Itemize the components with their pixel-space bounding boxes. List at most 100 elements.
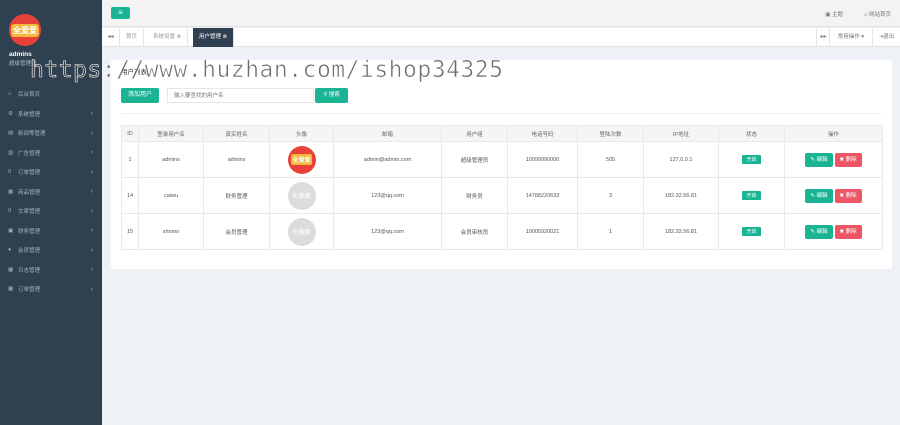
status-badge[interactable]: 开启 — [742, 227, 761, 236]
chevron-left-icon: ‹ — [90, 227, 93, 234]
avatar-text: 头像图 — [292, 230, 311, 236]
sidebar-item[interactable]: ▣ 财务管理 ‹ — [0, 224, 102, 238]
sidebar-item-label: 订单管理 — [18, 287, 41, 293]
document-icon: ▤ — [8, 130, 14, 136]
sidebar-item-label: 新闻等管理 — [18, 131, 46, 137]
panel-title: 用户列表 — [121, 69, 147, 76]
column-header: 邮箱 — [333, 125, 442, 142]
chevron-left-icon: ‹ — [90, 129, 93, 137]
status-badge[interactable]: 开启 — [742, 155, 761, 164]
cell-status: 开启 — [718, 213, 785, 250]
cell-realname: admins — [203, 141, 270, 178]
delete-button[interactable]: ✖ 删除 — [834, 152, 862, 167]
avatar-text: 头像图 — [292, 194, 311, 200]
sidebar-item-label: 后台首页 — [18, 92, 41, 98]
cell-ip: 182.32.56.81 — [643, 213, 719, 250]
search-input[interactable] — [167, 88, 314, 103]
chevron-left-icon: ‹ — [90, 246, 93, 254]
sidebar-item[interactable]: ⚙ 系统管理 ‹ — [0, 107, 102, 121]
door-icon: ⌷ — [8, 168, 12, 175]
door-icon: ⌷ — [8, 207, 12, 214]
chevron-left-icon: ‹ — [90, 168, 93, 176]
cell-login: shomo — [138, 213, 204, 250]
column-header: ID — [121, 125, 139, 142]
column-header: 电话号码 — [507, 125, 578, 142]
cell-logins: 3 — [577, 177, 644, 214]
column-header: IP地址 — [643, 125, 719, 142]
cell-actions: ✎ 编辑 ✖ 删除 — [784, 177, 883, 214]
sidebar-item[interactable]: ▤ 新闻等管理 ‹ — [0, 126, 102, 140]
cell-group: 财务员 — [441, 177, 508, 214]
tab-operations-dropdown[interactable]: 常用操作 ▾ — [828, 28, 872, 47]
cell-group: 超级管理员 — [441, 141, 508, 178]
add-user-button[interactable]: 添加用户 — [121, 88, 159, 103]
column-header: 登录用户名 — [138, 125, 204, 142]
delete-button[interactable]: ✖ 删除 — [834, 224, 862, 239]
cell-realname: 财务管理 — [203, 177, 270, 214]
logo-text: 全爱爱 — [11, 23, 39, 37]
sidebar-item-label: 订单管理 — [18, 170, 41, 176]
sidebar-item-label: 日志管理 — [18, 267, 41, 274]
chevron-left-icon: ‹ — [90, 207, 93, 215]
sidebar-item[interactable]: ▦ 日志管理 ‹ — [0, 263, 102, 277]
delete-button[interactable]: ✖ 删除 — [834, 188, 862, 203]
home-icon: ⌂ — [8, 91, 12, 97]
menu-toggle-button[interactable]: ≡ — [111, 7, 130, 19]
sidebar-item[interactable]: ▦ 商品管理 ‹ — [0, 185, 102, 199]
cell-logins: 1 — [577, 213, 644, 250]
search-button[interactable]: ⚲ 搜索 — [315, 88, 348, 103]
user-name[interactable]: admins — [9, 51, 32, 58]
edit-button[interactable]: ✎ 编辑 — [805, 224, 833, 239]
user-icon: ● — [8, 247, 12, 253]
tab-prev-icon[interactable]: ◂◂ — [102, 28, 120, 47]
book-icon: ▣ — [8, 227, 14, 234]
site-home-link[interactable]: ⌂ 网站首页 — [864, 10, 891, 18]
edit-button[interactable]: ✎ 编辑 — [805, 188, 833, 203]
cell-ip: 127.0.0.1 — [643, 141, 719, 178]
tab-item[interactable]: 系统设置 ⊗ — [147, 28, 189, 47]
cell-login: admins — [138, 141, 204, 178]
edit-button[interactable]: ✎ 编辑 — [805, 152, 833, 167]
chevron-left-icon: ‹ — [90, 149, 93, 156]
status-badge[interactable]: 开启 — [742, 191, 761, 200]
cell-avatar: 全爱爱 — [269, 141, 334, 178]
cell-status: 开启 — [718, 177, 785, 214]
sidebar-item[interactable]: ● 会员管理 ‹ — [0, 243, 102, 257]
gear-icon: ⚙ — [8, 110, 13, 117]
cell-login: caiwu — [138, 177, 204, 214]
tab-item[interactable]: 用户管理 ⊗ — [193, 28, 235, 47]
cell-id: 1 — [121, 141, 139, 178]
sidebar-item-label: 文章管理 — [18, 209, 41, 215]
cell-actions: ✎ 编辑 ✖ 删除 — [784, 213, 883, 250]
cell-email: admin@admin.com — [333, 141, 442, 178]
sidebar-item[interactable]: ▥ 广告管理 ‹ — [0, 146, 102, 160]
cell-phone: 10099990000 — [507, 141, 578, 178]
sidebar-item[interactable]: ⌂ 后台首页 — [0, 87, 102, 101]
sidebar-item[interactable]: ⌷ 文章管理 ‹ — [0, 204, 102, 218]
cell-avatar: 头像图 — [269, 177, 334, 214]
grid-icon: ▦ — [8, 188, 14, 195]
chevron-left-icon: ‹ — [90, 110, 93, 117]
user-role: 超级管理员 — [9, 61, 37, 67]
tab-bar: ◂◂ 首页 系统设置 ⊗ 用户管理 ⊗ ▸▸ 常用操作 ▾ ⇥退出 — [102, 28, 900, 47]
cell-id: 14 — [121, 177, 139, 214]
chart-icon: ▥ — [8, 149, 14, 156]
sidebar: 全爱爱 admins 超级管理员 ⌂ 后台首页 ⚙ 系统管理 ‹ ▤ 新闻等管理 ‹ ▥ 广告管理… — [0, 0, 102, 425]
theme-link[interactable]: ▣ 主题 — [825, 10, 843, 18]
tab-item[interactable]: 首页 — [120, 28, 145, 47]
sidebar-item[interactable]: ▦ 订单管理 ‹ — [0, 282, 102, 296]
logout-button[interactable]: ⇥退出 — [872, 28, 900, 47]
sidebar-item-label: 会员管理 — [18, 248, 41, 254]
column-header: 操作 — [784, 125, 883, 142]
avatar[interactable]: 全爱爱 — [9, 14, 41, 46]
grid-icon: ▦ — [8, 266, 14, 273]
chevron-left-icon: ‹ — [90, 285, 93, 293]
avatar-text: 全爱爱 — [291, 154, 312, 165]
cell-phone: 10005920021 — [507, 213, 578, 250]
column-header: 头像 — [269, 125, 334, 142]
sidebar-item[interactable]: ⌷ 订单管理 ‹ — [0, 165, 102, 179]
column-header: 用户组 — [441, 125, 508, 142]
user-list-panel: 用户列表 添加用户 ⚲ 搜索 ID登录用户名真实姓名头像邮箱用户组电话号码登陆次… — [111, 60, 892, 269]
table-row: 1 admins admins 全爱爱 admin@admin.com 超级管理员 1009… — [121, 141, 883, 178]
sidebar-item-label: 财务管理 — [18, 228, 41, 235]
